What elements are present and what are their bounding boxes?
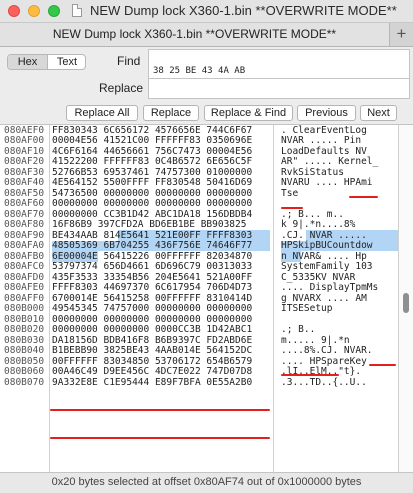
row-address: 080AF60 [4, 198, 45, 209]
row-ascii[interactable]: SystemFamily 103 [281, 261, 373, 273]
replace-all-button[interactable]: Replace All [66, 105, 138, 121]
row-address: 080B000 [4, 303, 45, 314]
hex-row[interactable]: 080B020 00000000 00000000 0000CC3B 1D42AB… [0, 324, 413, 336]
annotation-underline [281, 207, 303, 209]
replace-button[interactable]: Replace [143, 105, 199, 121]
row-address: 080AF20 [4, 156, 45, 167]
hex-editor-view[interactable]: 080AEF0 FF830343 6C656172 4576656E 744C6F… [0, 125, 413, 472]
replace-and-find-button[interactable]: Replace & Find [204, 105, 293, 121]
row-address: 080AF80 [4, 219, 45, 230]
hex-row[interactable]: 080B000 49545345 74757000 00000000 000000… [0, 303, 413, 315]
plus-icon[interactable]: + [390, 23, 413, 46]
replace-actions: Replace All Replace Replace & Find Previ… [0, 102, 413, 125]
status-bar: 0x20 bytes selected at offset 0x80AF74 o… [0, 472, 413, 493]
replace-input[interactable] [148, 78, 410, 99]
hex-row[interactable]: 080B070 9A332E8E C1E95444 E89F7BFA 0E55A2… [0, 376, 413, 389]
hex-row[interactable]: 080AF80 16F86B9 397CFD2A BD6EB1BE BB90382… [0, 219, 413, 231]
row-address: 080B060 [4, 366, 45, 377]
tab-document[interactable]: NEW Dump lock X360-1.bin **OVERWRITE MOD… [0, 23, 390, 46]
hex-row[interactable]: 080AFA0 48505369 6B704255 436F756E 74646F… [0, 240, 413, 252]
hex-row[interactable]: 080B060 00A46C49 D9EE456C 4DC7E022 747D07… [0, 366, 413, 378]
row-hex-bytes[interactable]: FFFF8303 44697370 6C617954 706D4D73 [52, 282, 252, 294]
row-ascii[interactable]: ....8%.CJ. NVAR. [281, 345, 373, 357]
annotation-underline [50, 437, 270, 439]
hex-text-toggle[interactable]: Hex Text [7, 54, 86, 70]
annotation-underline [369, 364, 396, 366]
hex-row[interactable]: 080AF40 4E564152 5500FFFF FF830548 50416D… [0, 177, 413, 189]
hex-row[interactable]: 080AF00 00004E56 41521C00 FFFFFF83 035069… [0, 135, 413, 147]
row-ascii[interactable]: k 9|.*n....8% [281, 219, 355, 231]
hex-mode-button[interactable]: Hex [8, 55, 48, 69]
zoom-window-button[interactable] [48, 5, 60, 17]
row-address: 080B040 [4, 345, 45, 356]
row-ascii[interactable]: .; B.. [281, 324, 315, 336]
tab-title: NEW Dump lock X360-1.bin **OVERWRITE MOD… [52, 27, 337, 41]
row-hex-bytes[interactable]: 53797374 656D4661 6D696C79 00313033 [52, 261, 252, 273]
row-address: 080AF40 [4, 177, 45, 188]
row-ascii[interactable]: ITSESetup [281, 303, 332, 315]
next-button[interactable]: Next [360, 105, 397, 121]
annotation-underline [281, 374, 339, 376]
address-separator [49, 125, 50, 472]
row-ascii[interactable]: .3...TD..{..U.. [281, 377, 367, 389]
title-bar: NEW Dump lock X360-1.bin **OVERWRITE MOD… [0, 0, 413, 23]
row-hex-bytes[interactable]: 41522200 FFFFFF83 0C4B6572 6E656C5F [52, 156, 252, 168]
text-mode-button[interactable]: Text [48, 55, 85, 69]
tab-bar: NEW Dump lock X360-1.bin **OVERWRITE MOD… [0, 23, 413, 47]
row-hex-bytes[interactable]: 4E564152 5500FFFF FF830548 50416D69 [52, 177, 252, 189]
row-ascii[interactable]: HPSkipBUCountdow [281, 240, 373, 252]
hex-row[interactable]: 080AFE0 FFFF8303 44697370 6C617954 706D4D… [0, 282, 413, 294]
annotation-underline [50, 409, 270, 411]
row-ascii[interactable]: NVARU .... HPAmi [281, 177, 373, 189]
replace-label: Replace [99, 81, 144, 95]
row-address: 080B070 [4, 376, 45, 388]
row-hex-bytes[interactable]: 49545345 74757000 00000000 00000000 [52, 303, 252, 315]
row-hex-bytes[interactable]: 9A332E8E C1E95444 E89F7BFA 0E55A2B0 [52, 377, 252, 389]
document-icon [72, 4, 82, 17]
find-label: Find [117, 54, 141, 68]
row-hex-bytes[interactable]: 00A46C49 D9EE456C 4DC7E022 747D07D8 [52, 366, 252, 378]
row-address: 080AF00 [4, 135, 45, 146]
close-window-button[interactable] [8, 5, 20, 17]
minimize-window-button[interactable] [28, 5, 40, 17]
row-ascii[interactable]: AR" ..... Kernel_ [281, 156, 378, 168]
find-replace-bar: Hex Text Find 38 25 BE 43 4A AB Replace [0, 47, 413, 101]
row-ascii[interactable]: .... DisplayTpmMs [281, 282, 378, 294]
find-input[interactable]: 38 25 BE 43 4A AB [148, 49, 410, 79]
row-ascii[interactable]: NVAR ..... Pin [281, 135, 361, 147]
row-address: 080AFA0 [4, 240, 45, 251]
row-ascii[interactable]: Tse [281, 188, 298, 200]
window-title: NEW Dump lock X360-1.bin **OVERWRITE MOD… [90, 3, 397, 18]
hex-row[interactable]: 080AF20 41522200 FFFFFF83 0C4B6572 6E656C… [0, 156, 413, 168]
previous-button[interactable]: Previous [297, 105, 356, 121]
row-hex-bytes[interactable]: 00004E56 41521C00 FFFFFF83 0350696E [52, 135, 252, 147]
row-address: 080B020 [4, 324, 45, 335]
scrollbar-thumb[interactable] [403, 293, 409, 313]
row-address: 080AFE0 [4, 282, 45, 293]
row-hex-bytes[interactable]: 00000000 00000000 0000CC3B 1D42ABC1 [52, 324, 252, 336]
hex-row[interactable]: 080B040 B1BEBB90 3825BE43 4AAB014E 564152… [0, 345, 413, 357]
row-address: 080AFC0 [4, 261, 45, 272]
annotation-underline [349, 196, 378, 198]
hex-row[interactable]: 080AFC0 53797374 656D4661 6D696C79 003130… [0, 261, 413, 273]
hex-row[interactable]: 080AF60 00000000 00000000 00000000 000000… [0, 198, 413, 210]
ascii-separator [273, 125, 274, 472]
row-hex-bytes[interactable]: 00000000 00000000 00000000 00000000 [52, 198, 252, 210]
row-hex-bytes[interactable]: 16F86B9 397CFD2A BD6EB1BE BB903825 [52, 219, 246, 231]
row-hex-bytes[interactable]: B1BEBB90 3825BE43 4AAB014E 564152DC [52, 345, 252, 357]
row-hex-bytes[interactable]: 48505369 6B704255 436F756E 74646F77 [52, 240, 252, 252]
